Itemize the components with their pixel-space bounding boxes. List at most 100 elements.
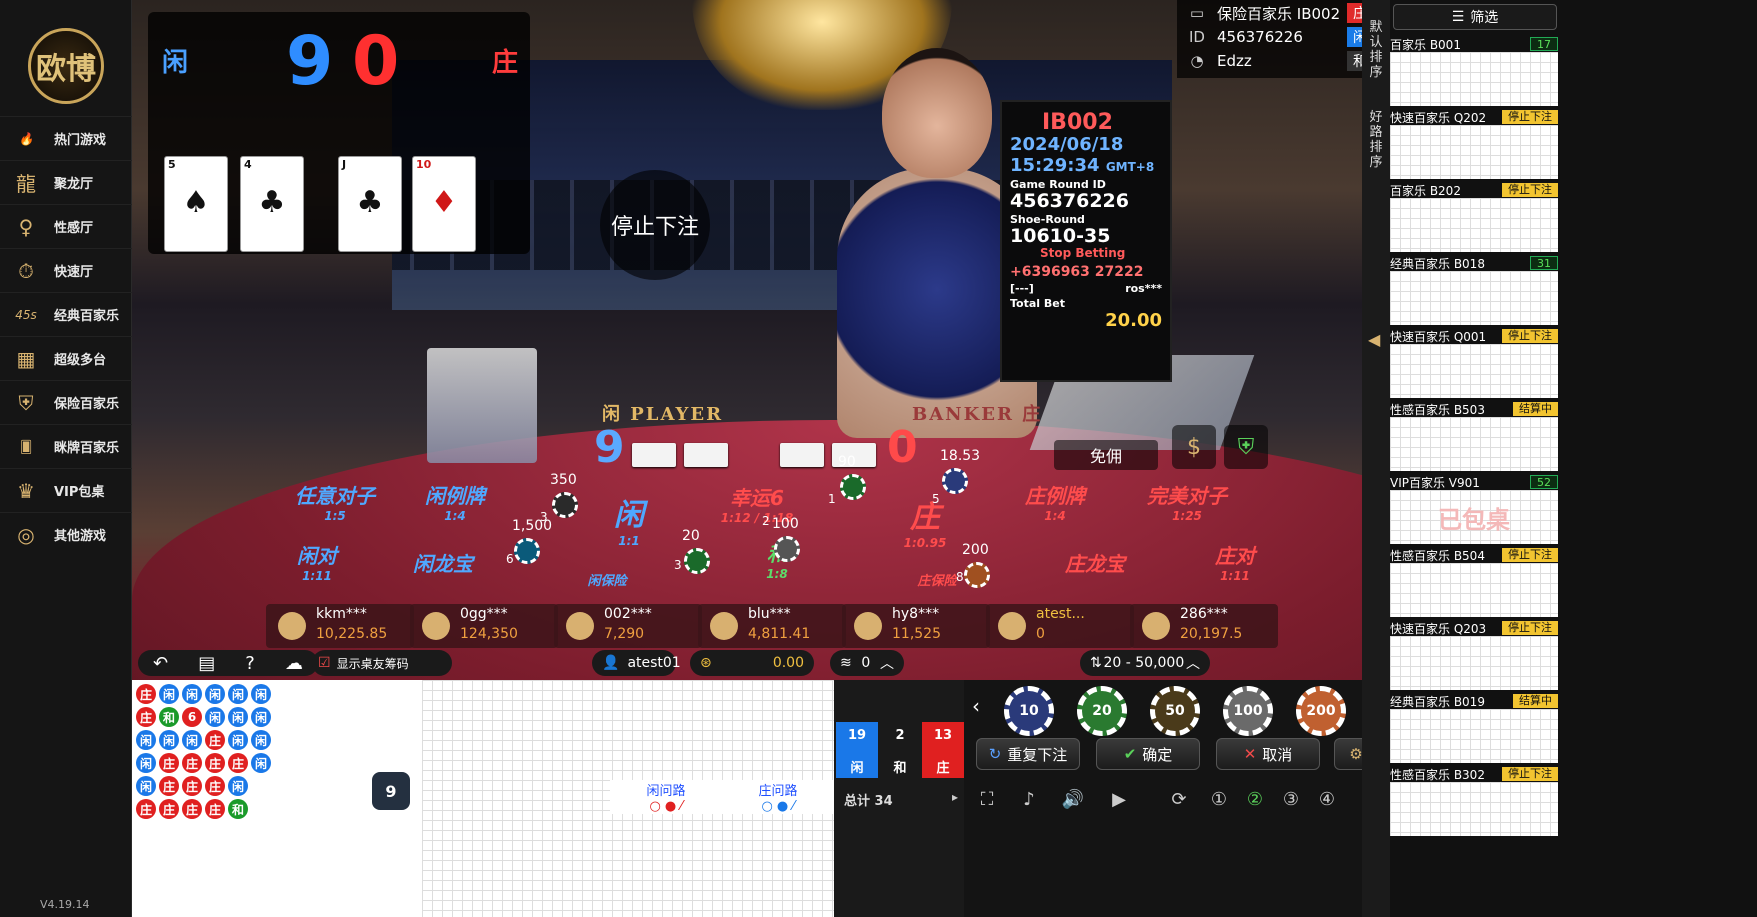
chip-10[interactable]: 10 <box>1004 686 1054 736</box>
card-rank: J <box>342 158 347 171</box>
sidebar-item[interactable]: 龍 聚龙厅 <box>0 160 132 204</box>
table-card[interactable]: 经典百家乐 B019 结算中 <box>1390 693 1558 765</box>
seat-number: 8 <box>956 570 964 584</box>
sort-good-road-tab[interactable]: 好路排序 <box>1364 110 1388 170</box>
view-option-icon[interactable]: ① <box>1204 784 1234 814</box>
sidebar-item[interactable]: ⏱ 快速厅 <box>0 248 132 292</box>
sidebar-item[interactable]: ◎ 其他游戏 <box>0 512 132 556</box>
chat-icon[interactable]: ☁ <box>285 653 303 674</box>
bet-area[interactable]: 庄龙宝 <box>1040 548 1150 577</box>
bead: 和 <box>228 799 248 819</box>
bet-area[interactable]: 任意对子 1:5 <box>280 480 390 523</box>
player-name: atest01 <box>627 655 681 671</box>
help-icon[interactable]: ? <box>245 653 255 674</box>
total-count: 总计 34 <box>844 794 893 809</box>
avatar <box>854 612 882 640</box>
arrow-right-icon[interactable]: ▸ <box>952 790 958 804</box>
super-six-icon[interactable]: $ <box>1172 425 1216 469</box>
cancel-label: 取消 <box>1262 745 1293 764</box>
chip-50[interactable]: 50 <box>1150 686 1200 736</box>
table-icon: ▭ <box>1189 4 1205 22</box>
camera-icon[interactable]: ▶ <box>1104 784 1134 814</box>
table-card[interactable]: 性感百家乐 B503 结算中 <box>1390 401 1558 473</box>
chip-value: 100 <box>1233 703 1263 719</box>
show-chips-toggle[interactable]: ☑ 显示桌友筹码 <box>312 650 452 676</box>
chip-200[interactable]: 200 <box>1296 686 1346 736</box>
chip-20[interactable]: 20 <box>1077 686 1127 736</box>
limit-pill[interactable]: ⇅ 20 - 50,000 ︿ <box>1080 650 1210 676</box>
sidebar-item[interactable]: ♀ 性感厅 <box>0 204 132 248</box>
bet-area[interactable]: 闲保险 <box>552 570 662 589</box>
bead: 闲 <box>182 684 202 704</box>
table-badge: 停止下注 <box>1502 183 1558 197</box>
table-card[interactable]: 性感百家乐 B302 停止下注 <box>1390 766 1558 838</box>
refresh-icon[interactable]: ⟳ <box>1164 784 1194 814</box>
table-monitor: IB002 2024/06/18 15:29:34 GMT+8 Game Rou… <box>1000 100 1172 382</box>
count-box: 13 庄 <box>922 722 964 778</box>
avatar <box>278 612 306 640</box>
music-icon[interactable]: ♪ <box>1014 784 1044 814</box>
cancel-button[interactable]: ✕ 取消 <box>1216 738 1320 770</box>
user-icon: ◔ <box>1190 52 1204 70</box>
bet-area[interactable]: 庄例牌 1:4 <box>1000 480 1110 523</box>
chevron-left-icon[interactable]: ‹ <box>972 694 980 718</box>
shuffle-badge: 9 <box>372 772 410 810</box>
sidebar-item[interactable]: 🔥 热门游戏 <box>0 116 132 160</box>
card-rank: 5 <box>168 158 176 171</box>
multi-table-icon: ▦ <box>16 346 36 371</box>
sidebar-item[interactable]: ⛨ 保险百家乐 <box>0 380 132 424</box>
free-commission-label: 免佣 <box>1089 447 1122 466</box>
table-name: 保险百家乐 IB002 <box>1217 4 1341 23</box>
bet-area[interactable]: 完美对子 1:25 <box>1132 480 1242 523</box>
table-card[interactable]: VIP百家乐 V901 52 已包桌 <box>1390 474 1558 546</box>
result-banker-score: 0 <box>352 22 400 101</box>
bet-area[interactable]: 庄对 1:11 <box>1180 540 1290 583</box>
sidebar-item[interactable]: ♛ VIP包桌 <box>0 468 132 512</box>
checkbox-icon: ☑ <box>318 655 331 671</box>
view-option-icon[interactable]: ② <box>1240 784 1270 814</box>
table-card[interactable]: 快速百家乐 Q203 停止下注 <box>1390 620 1558 692</box>
bet-odds: 1:5 <box>324 509 346 523</box>
table-card[interactable]: 经典百家乐 B018 31 <box>1390 255 1558 327</box>
chip-stack-icon <box>942 468 968 494</box>
ask-player-button[interactable]: 闲问路 ○ ● ⁄ <box>610 780 722 814</box>
ask-banker-button[interactable]: 庄问路 ○ ● ⁄ <box>722 780 834 814</box>
chip-100[interactable]: 100 <box>1223 686 1273 736</box>
seat-number: 3 <box>540 510 548 524</box>
table-card[interactable]: 快速百家乐 Q001 停止下注 <box>1390 328 1558 400</box>
sidebar-item[interactable]: 🂠 眯牌百家乐 <box>0 424 132 468</box>
sidebar-item[interactable]: ▦ 超级多台 <box>0 336 132 380</box>
bet-area[interactable]: 闲 1:1 <box>574 490 684 548</box>
collapse-arrow-icon[interactable]: ◀ <box>1368 330 1380 349</box>
bet-count-pill[interactable]: ≋ 0 ︿ <box>830 650 904 676</box>
free-commission-toggle[interactable]: 免佣 <box>1054 440 1158 470</box>
back-icon[interactable]: ↶ <box>153 653 168 674</box>
table-name: 快速百家乐 Q202 <box>1390 110 1487 125</box>
dragon-icon: 龍 <box>16 172 36 196</box>
version: V4.19.14 <box>40 898 90 911</box>
view-option-icon[interactable]: ④ <box>1312 784 1342 814</box>
bead: 闲 <box>251 684 271 704</box>
seat-balance: 7,290 <box>604 626 645 642</box>
monitor-tz: GMT+8 <box>1105 160 1155 174</box>
table-badge: 17 <box>1530 37 1558 51</box>
table-card[interactable]: 百家乐 B202 停止下注 <box>1390 182 1558 254</box>
filter-button[interactable]: ☰ 筛选 <box>1393 4 1557 30</box>
rebet-button[interactable]: ↻ 重复下注 <box>976 738 1080 770</box>
bet-area[interactable]: 闲例牌 1:4 <box>400 480 510 523</box>
view-option-icon[interactable]: ③ <box>1276 784 1306 814</box>
count-box: 19 闲 <box>836 722 878 778</box>
bet-area[interactable]: 闲龙宝 <box>388 548 498 577</box>
confirm-button[interactable]: ✔ 确定 <box>1096 738 1200 770</box>
fullscreen-icon[interactable]: ⛶ <box>972 784 1002 814</box>
chip-amount: 200 <box>962 542 989 558</box>
table-card[interactable]: 性感百家乐 B504 停止下注 <box>1390 547 1558 619</box>
sidebar-item[interactable]: 45s 经典百家乐 <box>0 292 132 336</box>
table-card[interactable]: 百家乐 B001 17 <box>1390 36 1558 108</box>
table-card[interactable]: 快速百家乐 Q202 停止下注 <box>1390 109 1558 181</box>
sort-default-tab[interactable]: 默认排序 <box>1364 20 1388 80</box>
sound-icon[interactable]: 🔊 <box>1058 784 1088 814</box>
shield-icon[interactable]: ⛨ <box>1224 425 1268 469</box>
bet-area[interactable]: 闲对 1:11 <box>262 540 372 583</box>
history-icon[interactable]: ▤ <box>198 653 215 674</box>
